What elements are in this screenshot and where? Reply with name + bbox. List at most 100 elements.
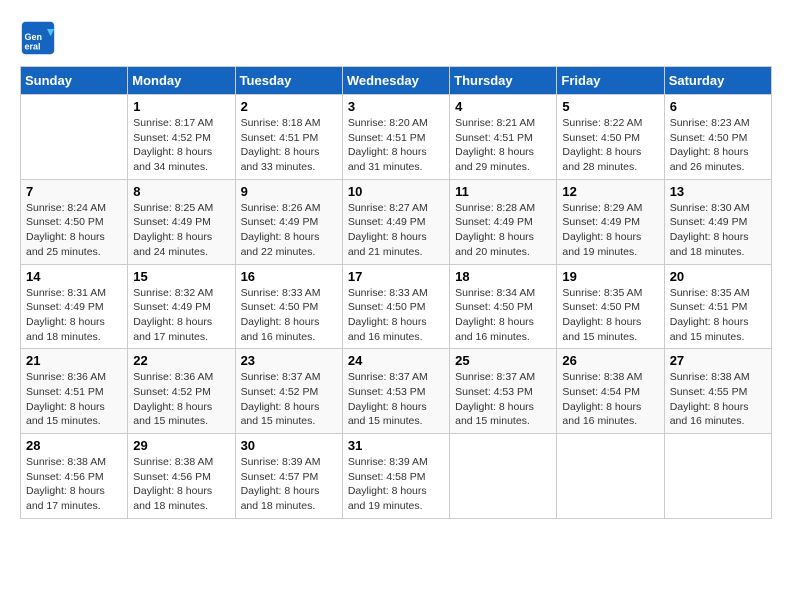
day-number: 29 — [133, 438, 229, 453]
day-number: 16 — [241, 269, 337, 284]
calendar-week-4: 21 Sunrise: 8:36 AMSunset: 4:51 PMDayligh… — [21, 349, 772, 434]
calendar-cell: 23 Sunrise: 8:37 AMSunset: 4:52 PMDayligh… — [235, 349, 342, 434]
day-number: 19 — [562, 269, 658, 284]
day-number: 24 — [348, 353, 444, 368]
day-info: Sunrise: 8:39 AMSunset: 4:58 PMDaylight:… — [348, 455, 444, 514]
header-row: SundayMondayTuesdayWednesdayThursdayFrid… — [21, 67, 772, 95]
day-info: Sunrise: 8:25 AMSunset: 4:49 PMDaylight:… — [133, 201, 229, 260]
day-number: 27 — [670, 353, 766, 368]
day-number: 25 — [455, 353, 551, 368]
calendar-cell — [664, 434, 771, 519]
day-info: Sunrise: 8:35 AMSunset: 4:50 PMDaylight:… — [562, 286, 658, 345]
day-info: Sunrise: 8:30 AMSunset: 4:49 PMDaylight:… — [670, 201, 766, 260]
day-number: 21 — [26, 353, 122, 368]
calendar-cell: 12 Sunrise: 8:29 AMSunset: 4:49 PMDayligh… — [557, 179, 664, 264]
calendar-cell: 30Sunrise: 8:39 AMSunset: 4:57 PMDayligh… — [235, 434, 342, 519]
calendar-cell: 24 Sunrise: 8:37 AMSunset: 4:53 PMDayligh… — [342, 349, 449, 434]
day-number: 3 — [348, 99, 444, 114]
day-number: 7 — [26, 184, 122, 199]
day-info: Sunrise: 8:22 AMSunset: 4:50 PMDaylight:… — [562, 116, 658, 175]
calendar-week-5: 28 Sunrise: 8:38 AMSunset: 4:56 PMDayligh… — [21, 434, 772, 519]
day-info: Sunrise: 8:34 AMSunset: 4:50 PMDaylight:… — [455, 286, 551, 345]
day-number: 14 — [26, 269, 122, 284]
calendar-body: 1 Sunrise: 8:17 AMSunset: 4:52 PMDaylight… — [21, 95, 772, 519]
calendar-cell: 27 Sunrise: 8:38 AMSunset: 4:55 PMDayligh… — [664, 349, 771, 434]
calendar-week-2: 7 Sunrise: 8:24 AMSunset: 4:50 PMDaylight… — [21, 179, 772, 264]
day-info: Sunrise: 8:21 AMSunset: 4:51 PMDaylight:… — [455, 116, 551, 175]
day-info: Sunrise: 8:18 AMSunset: 4:51 PMDaylight:… — [241, 116, 337, 175]
calendar-cell: 16 Sunrise: 8:33 AMSunset: 4:50 PMDayligh… — [235, 264, 342, 349]
calendar-week-1: 1 Sunrise: 8:17 AMSunset: 4:52 PMDaylight… — [21, 95, 772, 180]
day-info: Sunrise: 8:27 AMSunset: 4:49 PMDaylight:… — [348, 201, 444, 260]
calendar-cell: 10 Sunrise: 8:27 AMSunset: 4:49 PMDayligh… — [342, 179, 449, 264]
calendar-cell: 9 Sunrise: 8:26 AMSunset: 4:49 PMDaylight… — [235, 179, 342, 264]
calendar-table: SundayMondayTuesdayWednesdayThursdayFrid… — [20, 66, 772, 519]
day-info: Sunrise: 8:24 AMSunset: 4:50 PMDaylight:… — [26, 201, 122, 260]
day-info: Sunrise: 8:36 AMSunset: 4:52 PMDaylight:… — [133, 370, 229, 429]
day-number: 26 — [562, 353, 658, 368]
day-info: Sunrise: 8:37 AMSunset: 4:52 PMDaylight:… — [241, 370, 337, 429]
header-day-friday: Friday — [557, 67, 664, 95]
calendar-cell: 18 Sunrise: 8:34 AMSunset: 4:50 PMDayligh… — [450, 264, 557, 349]
calendar-header: SundayMondayTuesdayWednesdayThursdayFrid… — [21, 67, 772, 95]
calendar-cell: 22 Sunrise: 8:36 AMSunset: 4:52 PMDayligh… — [128, 349, 235, 434]
calendar-cell: 11Sunrise: 8:28 AMSunset: 4:49 PMDayligh… — [450, 179, 557, 264]
calendar-cell: 20 Sunrise: 8:35 AMSunset: 4:51 PMDayligh… — [664, 264, 771, 349]
day-number: 5 — [562, 99, 658, 114]
header-day-sunday: Sunday — [21, 67, 128, 95]
header-day-thursday: Thursday — [450, 67, 557, 95]
day-number: 28 — [26, 438, 122, 453]
day-number: 18 — [455, 269, 551, 284]
day-number: 10 — [348, 184, 444, 199]
calendar-cell: 26 Sunrise: 8:38 AMSunset: 4:54 PMDayligh… — [557, 349, 664, 434]
day-info: Sunrise: 8:38 AMSunset: 4:55 PMDaylight:… — [670, 370, 766, 429]
calendar-cell: 29 Sunrise: 8:38 AMSunset: 4:56 PMDayligh… — [128, 434, 235, 519]
day-info: Sunrise: 8:37 AMSunset: 4:53 PMDaylight:… — [348, 370, 444, 429]
page-header: Gen eral — [20, 20, 772, 56]
day-info: Sunrise: 8:26 AMSunset: 4:49 PMDaylight:… — [241, 201, 337, 260]
calendar-cell: 7 Sunrise: 8:24 AMSunset: 4:50 PMDaylight… — [21, 179, 128, 264]
calendar-cell: 31 Sunrise: 8:39 AMSunset: 4:58 PMDayligh… — [342, 434, 449, 519]
calendar-cell: 17Sunrise: 8:33 AMSunset: 4:50 PMDayligh… — [342, 264, 449, 349]
day-number: 2 — [241, 99, 337, 114]
day-number: 8 — [133, 184, 229, 199]
calendar-cell — [21, 95, 128, 180]
logo-icon: Gen eral — [20, 20, 56, 56]
day-info: Sunrise: 8:33 AMSunset: 4:50 PMDaylight:… — [241, 286, 337, 345]
day-info: Sunrise: 8:17 AMSunset: 4:52 PMDaylight:… — [133, 116, 229, 175]
day-number: 17 — [348, 269, 444, 284]
calendar-week-3: 14Sunrise: 8:31 AMSunset: 4:49 PMDayligh… — [21, 264, 772, 349]
day-info: Sunrise: 8:36 AMSunset: 4:51 PMDaylight:… — [26, 370, 122, 429]
day-info: Sunrise: 8:37 AMSunset: 4:53 PMDaylight:… — [455, 370, 551, 429]
calendar-cell: 8 Sunrise: 8:25 AMSunset: 4:49 PMDaylight… — [128, 179, 235, 264]
svg-text:eral: eral — [25, 42, 41, 52]
day-number: 12 — [562, 184, 658, 199]
day-info: Sunrise: 8:23 AMSunset: 4:50 PMDaylight:… — [670, 116, 766, 175]
header-day-wednesday: Wednesday — [342, 67, 449, 95]
day-info: Sunrise: 8:29 AMSunset: 4:49 PMDaylight:… — [562, 201, 658, 260]
day-info: Sunrise: 8:35 AMSunset: 4:51 PMDaylight:… — [670, 286, 766, 345]
day-number: 23 — [241, 353, 337, 368]
day-number: 9 — [241, 184, 337, 199]
day-number: 11 — [455, 184, 551, 199]
header-day-saturday: Saturday — [664, 67, 771, 95]
calendar-cell: 19 Sunrise: 8:35 AMSunset: 4:50 PMDayligh… — [557, 264, 664, 349]
day-number: 30 — [241, 438, 337, 453]
calendar-cell: 5 Sunrise: 8:22 AMSunset: 4:50 PMDaylight… — [557, 95, 664, 180]
day-number: 31 — [348, 438, 444, 453]
day-number: 6 — [670, 99, 766, 114]
header-day-monday: Monday — [128, 67, 235, 95]
calendar-cell — [450, 434, 557, 519]
day-number: 20 — [670, 269, 766, 284]
calendar-cell: 25 Sunrise: 8:37 AMSunset: 4:53 PMDayligh… — [450, 349, 557, 434]
day-number: 22 — [133, 353, 229, 368]
day-info: Sunrise: 8:38 AMSunset: 4:54 PMDaylight:… — [562, 370, 658, 429]
header-day-tuesday: Tuesday — [235, 67, 342, 95]
calendar-cell: 14Sunrise: 8:31 AMSunset: 4:49 PMDayligh… — [21, 264, 128, 349]
calendar-cell: 15Sunrise: 8:32 AMSunset: 4:49 PMDayligh… — [128, 264, 235, 349]
svg-text:Gen: Gen — [25, 32, 43, 42]
day-number: 13 — [670, 184, 766, 199]
day-info: Sunrise: 8:38 AMSunset: 4:56 PMDaylight:… — [133, 455, 229, 514]
day-number: 1 — [133, 99, 229, 114]
calendar-cell: 13 Sunrise: 8:30 AMSunset: 4:49 PMDayligh… — [664, 179, 771, 264]
